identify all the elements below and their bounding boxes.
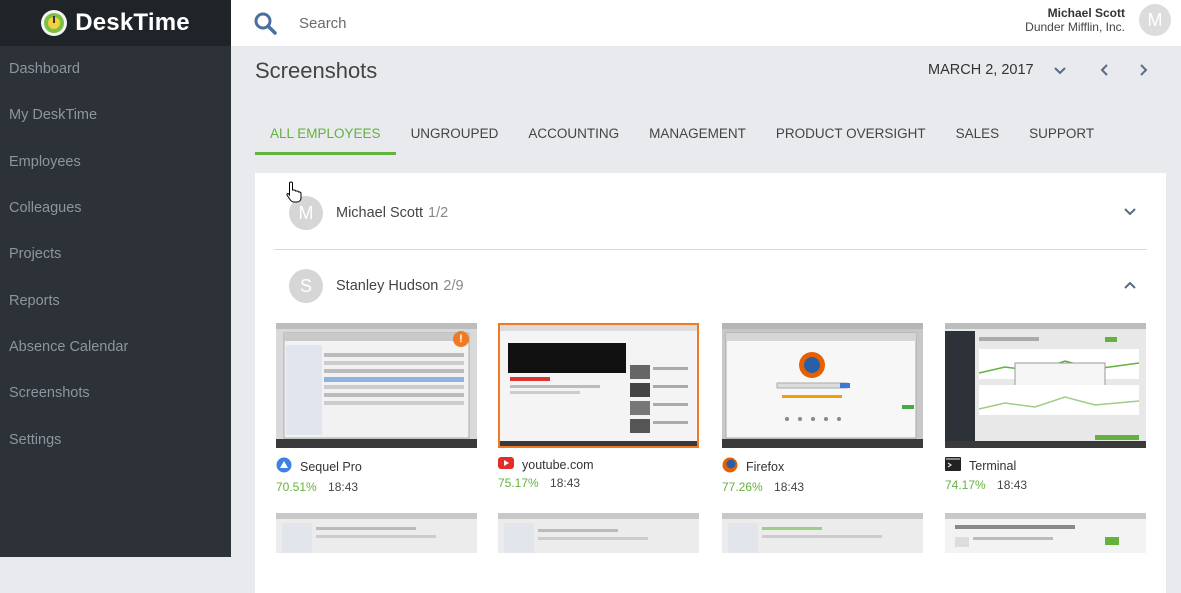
group-tabs: ALL EMPLOYEES UNGROUPED ACCOUNTING MANAG… (255, 124, 1109, 155)
hand-cursor-icon (285, 181, 303, 208)
app-label: youtube.com (498, 457, 699, 472)
screenshots-panel: M Michael Scott 1/2 S Stanley Hudson 2/9 (255, 173, 1166, 593)
app-label: Sequel Pro (276, 457, 477, 476)
logo-text: DeskTime (75, 9, 190, 36)
terminal-icon (945, 457, 961, 474)
user-info[interactable]: Michael Scott Dunder Mifflin, Inc. (1025, 6, 1125, 34)
screenshot-thumbnail[interactable] (945, 323, 1146, 448)
employee-row-stanley-hudson[interactable]: S Stanley Hudson 2/9 (274, 250, 1147, 322)
company-name: Dunder Mifflin, Inc. (1025, 20, 1125, 34)
sidebar-item-screenshots[interactable]: Screenshots (0, 370, 231, 416)
sidebar: DeskTime Dashboard My DeskTime Employees… (0, 0, 231, 557)
sidebar-item-employees[interactable]: Employees (0, 139, 231, 185)
desktime-logo-icon (41, 10, 68, 36)
screenshot-thumbnail[interactable] (722, 513, 923, 553)
prev-date-button[interactable] (1099, 63, 1109, 82)
tab-product-oversight[interactable]: PRODUCT OVERSIGHT (761, 124, 941, 155)
screenshot-thumbnail[interactable]: ! (276, 323, 477, 448)
user-avatar[interactable]: M (1139, 4, 1171, 36)
screenshot-time: 18:43 (774, 480, 805, 494)
screenshot-time: 18:43 (550, 476, 581, 490)
app-label: Firefox (722, 457, 923, 476)
app-name: Firefox (746, 459, 785, 474)
sidebar-item-absence-calendar[interactable]: Absence Calendar (0, 324, 231, 370)
screenshot-card[interactable]: ! Sequel Pro 70.51% 18:43 (276, 323, 477, 494)
chevron-up-icon[interactable] (1123, 277, 1137, 295)
screenshot-meta: 77.26% 18:43 (722, 480, 923, 494)
tab-support[interactable]: SUPPORT (1014, 124, 1109, 155)
employee-name: Michael Scott (336, 205, 424, 221)
screenshot-thumbnail[interactable] (276, 513, 477, 553)
productivity-percent: 70.51% (276, 480, 317, 494)
logo[interactable]: DeskTime (0, 0, 231, 46)
sidebar-item-my-desktime[interactable]: My DeskTime (0, 92, 231, 138)
productivity-percent: 74.17% (945, 478, 986, 492)
screenshot-thumbnail[interactable] (498, 323, 699, 448)
app-label: Terminal (945, 457, 1146, 474)
productivity-percent: 77.26% (722, 480, 763, 494)
sequel-pro-icon (276, 457, 292, 476)
sidebar-item-dashboard[interactable]: Dashboard (0, 46, 231, 92)
user-name: Michael Scott (1047, 6, 1125, 20)
screenshot-meta: 74.17% 18:43 (945, 478, 1146, 492)
screenshot-card[interactable]: Terminal 74.17% 18:43 (945, 323, 1146, 492)
screenshot-meta: 75.17% 18:43 (498, 476, 699, 490)
avatar: S (289, 269, 323, 303)
screenshot-thumbnail[interactable] (945, 513, 1146, 553)
employee-row-michael-scott[interactable]: M Michael Scott 1/2 (274, 177, 1147, 249)
employee-name: Stanley Hudson (336, 278, 439, 294)
tab-ungrouped[interactable]: UNGROUPED (396, 124, 514, 155)
next-date-button[interactable] (1139, 63, 1149, 82)
chevron-down-icon[interactable] (1053, 63, 1067, 81)
top-bar: Michael Scott Dunder Mifflin, Inc. M (231, 0, 1181, 46)
sidebar-nav: Dashboard My DeskTime Employees Colleagu… (0, 46, 231, 463)
main-content: Screenshots MARCH 2, 2017 ALL EMPLOYEES … (231, 46, 1181, 593)
page-title: Screenshots (255, 58, 378, 83)
search-input[interactable] (297, 13, 901, 33)
screenshot-thumbnail[interactable] (498, 513, 699, 553)
app-name: Terminal (969, 458, 1017, 473)
screenshot-card[interactable]: Firefox 77.26% 18:43 (722, 323, 923, 494)
screenshot-card[interactable]: youtube.com 75.17% 18:43 (498, 323, 699, 490)
sidebar-item-projects[interactable]: Projects (0, 231, 231, 277)
screenshot-meta: 70.51% 18:43 (276, 480, 477, 494)
tab-sales[interactable]: SALES (941, 124, 1015, 155)
youtube-icon (498, 457, 514, 472)
app-name: Sequel Pro (300, 459, 362, 474)
chevron-down-icon[interactable] (1123, 204, 1137, 222)
sidebar-item-settings[interactable]: Settings (0, 416, 231, 462)
tab-accounting[interactable]: ACCOUNTING (513, 124, 634, 155)
firefox-icon (722, 457, 738, 476)
screenshot-count: 1/2 (428, 205, 449, 221)
tab-all-employees[interactable]: ALL EMPLOYEES (255, 124, 396, 155)
alert-badge: ! (453, 331, 469, 347)
date-selector[interactable]: MARCH 2, 2017 (928, 62, 1034, 78)
productivity-percent: 75.17% (498, 476, 539, 490)
app-name: youtube.com (522, 457, 594, 472)
sidebar-item-colleagues[interactable]: Colleagues (0, 185, 231, 231)
screenshot-thumbnail[interactable] (722, 323, 923, 448)
screenshot-count: 2/9 (443, 278, 464, 294)
screenshot-time: 18:43 (997, 478, 1028, 492)
sidebar-item-reports[interactable]: Reports (0, 277, 231, 323)
search-icon[interactable] (253, 10, 279, 36)
tab-management[interactable]: MANAGEMENT (634, 124, 761, 155)
screenshot-time: 18:43 (328, 480, 359, 494)
